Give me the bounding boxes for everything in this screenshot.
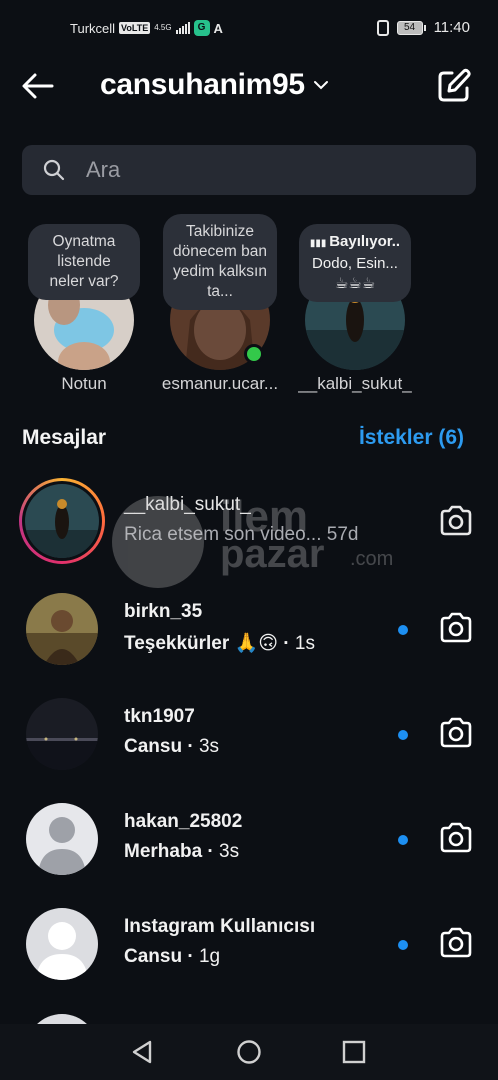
music-bars-icon: ▮▮▮: [309, 238, 330, 249]
note-bubble: ▮▮▮ Bayılıyor.. Dodo, Esin... ☕☕☕: [299, 224, 411, 302]
carrier-label: Turkcell: [70, 20, 116, 36]
timestamp: 1g: [198, 946, 221, 967]
avatar[interactable]: [26, 593, 98, 665]
preview-text: Cansu: [124, 946, 183, 967]
conversation-preview: Cansu · 1g: [124, 946, 221, 967]
camera-button[interactable]: [438, 821, 474, 855]
signal-icon: [175, 22, 190, 34]
avatar[interactable]: [26, 908, 98, 980]
camera-icon: [440, 505, 472, 536]
network-type: 4.5G: [154, 23, 172, 32]
preview-text: Cansu: [124, 736, 183, 757]
avatar[interactable]: [25, 484, 99, 558]
status-left: Turkcell VoLTE 4.5G G A: [70, 20, 223, 36]
status-right: 54 11:40: [376, 19, 470, 36]
note-name: __kalbi_sukut_: [298, 374, 412, 393]
header: cansuhanim95: [0, 58, 498, 116]
search-icon: [43, 159, 65, 181]
note-emoji: ☕☕☕: [334, 275, 376, 292]
camera-icon: [440, 822, 472, 853]
timestamp: 3s: [198, 736, 220, 757]
unread-dot: [398, 625, 408, 635]
list-item[interactable]: tkn1907 Cansu · 3s: [0, 682, 498, 786]
timestamp: 1s: [294, 633, 315, 654]
list-item[interactable]: Instagram Kullanıcısı Cansu · 1g: [0, 892, 498, 996]
unread-dot: [398, 730, 408, 740]
camera-button[interactable]: [438, 926, 474, 960]
timestamp: 3s: [219, 841, 240, 862]
triangle-back-icon: [132, 1040, 152, 1064]
note-kalbi-sukut[interactable]: ▮▮▮ Bayılıyor.. Dodo, Esin... ☕☕☕ __kalb…: [285, 222, 425, 402]
online-status-dot: [244, 344, 264, 364]
conversation-name: birkn_35: [124, 601, 203, 622]
account-switcher[interactable]: cansuhanim95: [100, 68, 329, 102]
camera-button[interactable]: [438, 611, 474, 645]
battery-icon: 54: [396, 20, 426, 35]
a-notification-icon: A: [213, 20, 223, 36]
list-item[interactable]: birkn_35 Teşekkürler 🙏🙃 · 1s: [0, 577, 498, 681]
note-bubble: Takibinize dönecem ban yedim kalksın ta.…: [163, 214, 277, 310]
list-item[interactable]: __kalbi_sukut_ Rica etsem son video... 5…: [0, 470, 498, 574]
list-item[interactable]: hakan_25802 Merhaba · 3s: [0, 787, 498, 891]
status-bar: Turkcell VoLTE 4.5G G A 54 11:40: [0, 0, 498, 58]
note-esmanur[interactable]: Takibinize dönecem ban yedim kalksın ta.…: [150, 214, 290, 402]
vibrate-icon: [376, 19, 389, 36]
conversation-preview: Merhaba · 3s: [124, 841, 240, 862]
conversation-preview: Cansu · 3s: [124, 736, 220, 757]
note-song-title: Bayılıyor..: [329, 233, 401, 250]
camera-icon: [440, 612, 472, 643]
timestamp: 57d: [326, 524, 359, 545]
camera-button[interactable]: [438, 716, 474, 750]
nav-recents-button[interactable]: [340, 1038, 368, 1066]
chevron-down-icon: [313, 81, 328, 90]
unread-dot: [398, 835, 408, 845]
avatar[interactable]: [26, 803, 98, 875]
search-bar[interactable]: [22, 145, 476, 195]
music-icon-title: ▮▮▮ Bayılıyor..: [309, 232, 401, 254]
app-notification-icon: G: [193, 20, 210, 36]
conversation-name: Instagram Kullanıcısı: [124, 916, 316, 937]
requests-link[interactable]: İstekler (6): [359, 426, 464, 450]
nav-back-button[interactable]: [128, 1038, 156, 1066]
preview-text: Teşekkürler 🙏🙃: [124, 633, 279, 654]
avatar[interactable]: [26, 698, 98, 770]
clock: 11:40: [433, 19, 470, 36]
preview-text: Rica etsem son video...: [124, 524, 322, 545]
conversation-preview: Teşekkürler 🙏🙃 · 1s: [124, 633, 315, 654]
conversation-name: __kalbi_sukut_: [124, 494, 251, 515]
note-bubble: Oynatma listende neler var?: [28, 224, 140, 300]
back-button[interactable]: [20, 70, 56, 102]
note-song-artist: Dodo, Esin...: [312, 255, 398, 272]
battery-level: 54: [396, 20, 423, 35]
search-input[interactable]: [86, 157, 446, 183]
messages-title: Mesajlar: [22, 426, 107, 449]
note-own[interactable]: Oynatma listende neler var? Notun: [14, 222, 154, 402]
volte-badge: VoLTE: [119, 22, 151, 34]
page-title: cansuhanim95: [100, 68, 305, 101]
system-navigation-bar: [0, 1024, 498, 1080]
square-recents-icon: [342, 1040, 366, 1064]
preview-text: Merhaba: [124, 841, 203, 862]
conversation-name: tkn1907: [124, 706, 195, 727]
arrow-left-icon: [22, 73, 54, 99]
nav-home-button[interactable]: [235, 1038, 263, 1066]
compose-button[interactable]: [436, 68, 472, 104]
conversation-name: hakan_25802: [124, 811, 243, 832]
avatar-partial[interactable]: [26, 1014, 98, 1024]
edit-icon: [438, 68, 471, 102]
camera-icon: [440, 717, 472, 748]
camera-icon: [440, 927, 472, 958]
conversation-preview: Rica etsem son video... 57d: [124, 524, 358, 546]
circle-home-icon: [237, 1040, 261, 1064]
unread-dot: [398, 940, 408, 950]
messages-section-header: Mesajlar İstekler (6): [22, 424, 468, 456]
camera-button[interactable]: [438, 504, 474, 538]
